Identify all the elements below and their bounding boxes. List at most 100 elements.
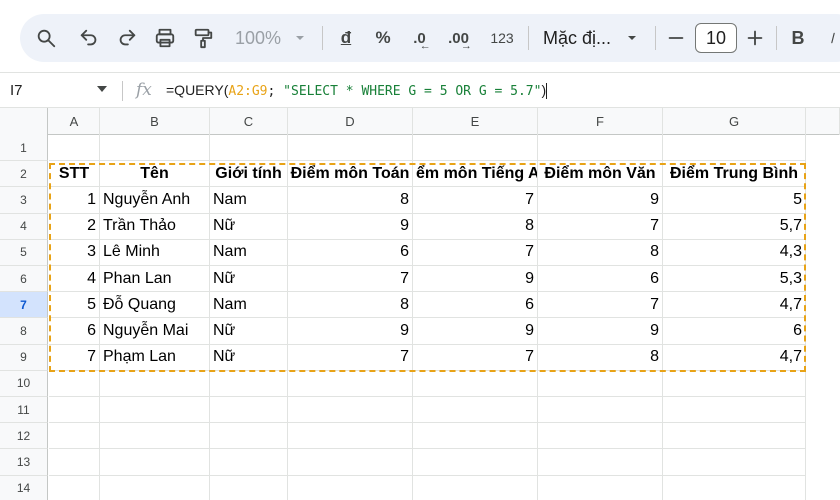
cell-g1[interactable] [663, 135, 806, 162]
cell-e1[interactable] [413, 135, 538, 162]
minus-icon[interactable] [665, 20, 687, 56]
column-header-g[interactable]: G [663, 108, 806, 135]
cell-c14[interactable] [210, 475, 288, 500]
paint-format-icon[interactable] [190, 20, 216, 56]
cell-d14[interactable] [288, 475, 413, 500]
table-cell[interactable]: 6 [49, 318, 100, 345]
cell-g14[interactable] [663, 475, 806, 500]
cell-d13[interactable] [288, 449, 413, 476]
cell-e11[interactable] [413, 397, 538, 424]
table-cell[interactable]: 9 [288, 213, 413, 240]
table-cell[interactable]: 7 [538, 292, 663, 319]
cell-b14[interactable] [100, 475, 210, 500]
table-cell[interactable]: 5 [663, 187, 806, 214]
cell-f12[interactable] [538, 423, 663, 450]
row-header-9[interactable]: 9 [0, 344, 48, 371]
cell-c10[interactable] [210, 370, 288, 397]
column-header-d[interactable]: D [288, 108, 413, 135]
column-header-b[interactable]: B [100, 108, 210, 135]
table-cell[interactable]: Lê Minh [100, 239, 210, 266]
cell-d12[interactable] [288, 423, 413, 450]
cell-a14[interactable] [49, 475, 100, 500]
table-cell[interactable]: Nguyễn Mai [100, 318, 210, 345]
table-header-cell[interactable]: STT [49, 161, 100, 188]
zoom-value[interactable]: 100% [230, 20, 286, 56]
redo-icon[interactable] [114, 20, 140, 56]
table-cell[interactable]: 9 [538, 318, 663, 345]
table-cell[interactable]: 9 [288, 318, 413, 345]
undo-icon[interactable] [76, 20, 102, 56]
row-header-5[interactable]: 5 [0, 239, 48, 266]
cell-e14[interactable] [413, 475, 538, 500]
cell-e12[interactable] [413, 423, 538, 450]
currency-format-button[interactable]: đ [335, 20, 357, 56]
cell-g12[interactable] [663, 423, 806, 450]
cell-a13[interactable] [49, 449, 100, 476]
row-header-1[interactable]: 1 [0, 135, 48, 162]
table-cell[interactable]: Nữ [210, 318, 288, 345]
select-all-corner[interactable] [0, 108, 48, 135]
table-header-cell[interactable]: ểm môn Tiếng A [413, 161, 538, 188]
table-cell[interactable]: 6 [288, 239, 413, 266]
table-cell[interactable]: 6 [663, 318, 806, 345]
spreadsheet-grid[interactable]: A B C D E F G 1 2 STT Tên Giới tính Điểm môn Toán ểm … [0, 108, 840, 500]
name-box[interactable]: I7 [10, 82, 23, 99]
row-header-2[interactable]: 2 [0, 161, 48, 188]
table-header-cell[interactable]: Điểm môn Toán [288, 161, 413, 188]
cell-b13[interactable] [100, 449, 210, 476]
table-cell[interactable]: Trần Thảo [100, 213, 210, 240]
cell-b11[interactable] [100, 397, 210, 424]
cell-d1[interactable] [288, 135, 413, 162]
table-header-cell[interactable]: Điểm Trung Bình [663, 161, 806, 188]
row-header-12[interactable]: 12 [0, 423, 48, 450]
table-cell[interactable]: Nam [210, 292, 288, 319]
table-cell[interactable]: 7 [413, 187, 538, 214]
table-cell[interactable]: 4,3 [663, 239, 806, 266]
row-header-8[interactable]: 8 [0, 318, 48, 345]
decrease-decimal-button[interactable]: .0 ← [410, 20, 440, 56]
percent-format-button[interactable]: % [372, 20, 394, 56]
table-cell[interactable]: Nguyễn Anh [100, 187, 210, 214]
cell-a10[interactable] [49, 370, 100, 397]
table-cell[interactable]: 5 [49, 292, 100, 319]
row-header-11[interactable]: 11 [0, 397, 48, 424]
table-cell[interactable]: Đỗ Quang [100, 292, 210, 319]
cell-b1[interactable] [100, 135, 210, 162]
table-cell[interactable]: 4,7 [663, 344, 806, 371]
font-chevron-down-icon[interactable] [624, 20, 640, 56]
cell-d11[interactable] [288, 397, 413, 424]
cell-d10[interactable] [288, 370, 413, 397]
row-header-10[interactable]: 10 [0, 370, 48, 397]
cell-c13[interactable] [210, 449, 288, 476]
cell-a1[interactable] [49, 135, 100, 162]
column-header-a[interactable]: A [49, 108, 100, 135]
column-header-extra[interactable] [806, 108, 840, 135]
cell-f1[interactable] [538, 135, 663, 162]
font-family-select[interactable]: Mặc đị... [543, 20, 623, 56]
cell-e13[interactable] [413, 449, 538, 476]
table-cell[interactable]: 9 [538, 187, 663, 214]
row-header-3[interactable]: 3 [0, 187, 48, 214]
cell-g10[interactable] [663, 370, 806, 397]
font-size-input[interactable]: 10 [695, 23, 737, 53]
table-cell[interactable]: 7 [538, 213, 663, 240]
table-cell[interactable]: 4,7 [663, 292, 806, 319]
table-cell[interactable]: Nam [210, 187, 288, 214]
table-cell[interactable]: 5,3 [663, 266, 806, 293]
row-header-4[interactable]: 4 [0, 213, 48, 240]
table-header-cell[interactable]: Tên [100, 161, 210, 188]
table-cell[interactable]: 8 [288, 187, 413, 214]
table-cell[interactable]: 9 [413, 266, 538, 293]
table-cell[interactable]: 8 [538, 344, 663, 371]
table-cell[interactable]: 4 [49, 266, 100, 293]
zoom-chevron-down-icon[interactable] [292, 20, 308, 56]
table-cell[interactable]: 1 [49, 187, 100, 214]
table-cell[interactable]: 6 [538, 266, 663, 293]
cell-f10[interactable] [538, 370, 663, 397]
row-header-6[interactable]: 6 [0, 266, 48, 293]
table-cell[interactable]: 7 [413, 344, 538, 371]
search-icon[interactable] [33, 20, 59, 56]
number-format-button[interactable]: 123 [487, 20, 517, 56]
cell-g11[interactable] [663, 397, 806, 424]
table-header-cell[interactable]: Giới tính [210, 161, 288, 188]
